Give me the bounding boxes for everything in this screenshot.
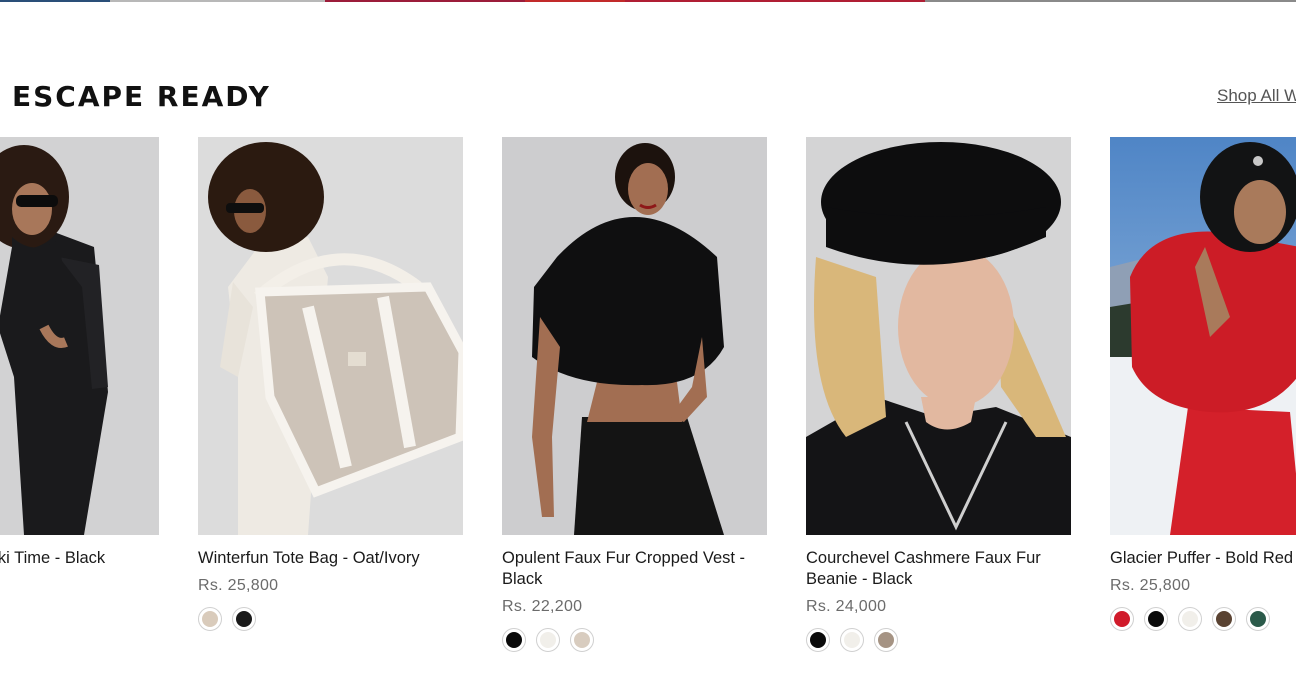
color-swatches (1110, 607, 1296, 633)
color-swatch[interactable] (874, 628, 898, 652)
section-title: ESCAPE READY (12, 80, 271, 113)
color-swatch-dot (540, 632, 556, 648)
shop-all-link[interactable]: Shop All W (1217, 86, 1296, 106)
color-swatch[interactable] (840, 628, 864, 652)
product-price: Rs. 25,800 (1110, 577, 1191, 594)
top-color-strip (0, 0, 1296, 2)
product-card[interactable]: Opulent Faux Fur Cropped Vest - Black Rs… (502, 137, 767, 654)
color-swatch[interactable] (1178, 607, 1202, 631)
product-image[interactable] (1110, 137, 1296, 535)
color-swatch[interactable] (502, 628, 526, 652)
color-swatch[interactable] (198, 607, 222, 631)
product-image[interactable] (806, 137, 1071, 535)
product-name[interactable]: Courchevel Cashmere Faux Fur Beanie - Bl… (806, 548, 1071, 590)
color-swatch[interactable] (232, 607, 256, 631)
color-swatch-dot (810, 632, 826, 648)
color-swatch[interactable] (570, 628, 594, 652)
color-swatches (502, 628, 767, 654)
product-card[interactable]: Winterfun Tote Bag - Oat/Ivory Rs. 25,80… (198, 137, 463, 633)
color-swatch[interactable] (1212, 607, 1236, 631)
product-image[interactable] (502, 137, 767, 535)
color-swatch[interactable] (536, 628, 560, 652)
product-name[interactable]: Opulent Faux Fur Cropped Vest - Black (502, 548, 767, 590)
color-swatch[interactable] (806, 628, 830, 652)
color-swatch-dot (1114, 611, 1130, 627)
color-swatches (806, 628, 1071, 654)
product-name[interactable]: Warm Mesh Ski Time - Black (0, 548, 159, 569)
product-name[interactable]: Glacier Puffer - Bold Red (1110, 548, 1296, 569)
color-swatch-dot (506, 632, 522, 648)
color-swatch-dot (844, 632, 860, 648)
color-swatch-dot (1148, 611, 1164, 627)
color-swatch-dot (574, 632, 590, 648)
color-swatch-dot (1182, 611, 1198, 627)
color-swatch-dot (236, 611, 252, 627)
color-swatches (198, 607, 463, 633)
product-image[interactable] (198, 137, 463, 535)
product-price: Rs. 22,200 (502, 598, 583, 615)
product-card[interactable]: Warm Mesh Ski Time - Black (0, 137, 159, 569)
color-swatch[interactable] (1144, 607, 1168, 631)
color-swatch-dot (878, 632, 894, 648)
color-swatch-dot (1250, 611, 1266, 627)
product-name[interactable]: Winterfun Tote Bag - Oat/Ivory (198, 548, 463, 569)
color-swatch[interactable] (1110, 607, 1134, 631)
page: ESCAPE READY Shop All W Warm Mesh Ski Ti… (0, 0, 1296, 700)
color-swatch[interactable] (1246, 607, 1270, 631)
product-card[interactable]: Glacier Puffer - Bold Red Rs. 25,800 (1110, 137, 1296, 633)
product-card[interactable]: Courchevel Cashmere Faux Fur Beanie - Bl… (806, 137, 1071, 654)
product-image[interactable] (0, 137, 159, 535)
color-swatch-dot (202, 611, 218, 627)
product-price: Rs. 24,000 (806, 598, 887, 615)
color-swatch-dot (1216, 611, 1232, 627)
product-price: Rs. 25,800 (198, 577, 279, 594)
